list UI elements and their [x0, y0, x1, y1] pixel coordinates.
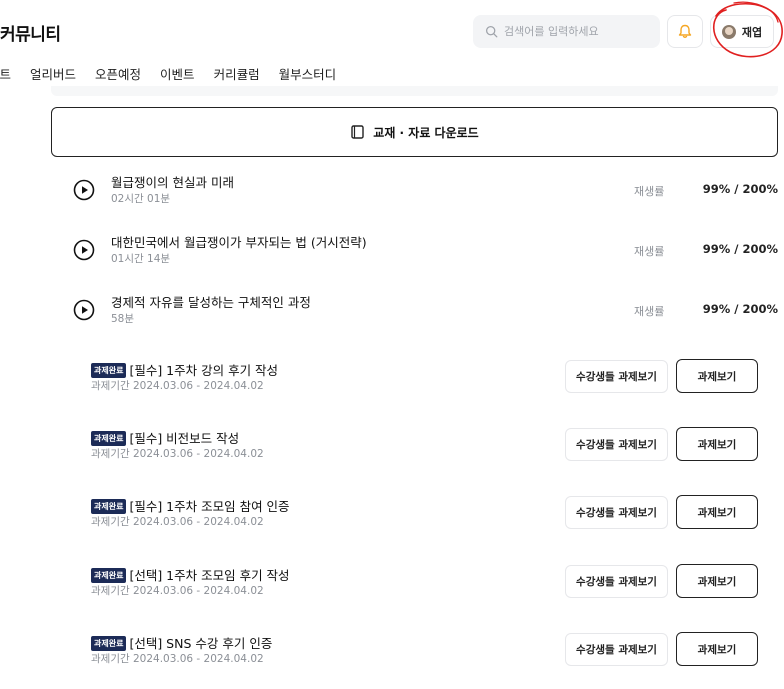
task-complete-badge: 과제완료: [91, 568, 127, 583]
task-title-row: 과제완료 [필수] 비전보드 작성: [91, 428, 239, 447]
task-complete-badge: 과제완료: [91, 363, 127, 378]
task-title: [필수] 비전보드 작성: [129, 431, 240, 446]
notification-button[interactable]: [667, 15, 703, 48]
task-period: 과제기간 2024.03.06 - 2024.04.02: [91, 516, 264, 528]
view-peer-tasks-button[interactable]: 수강생들 과제보기: [565, 633, 668, 666]
avatar: [721, 24, 736, 39]
tab-0[interactable]: 스트: [0, 64, 11, 86]
search-input[interactable]: [504, 25, 654, 38]
task-period: 과제기간 2024.03.06 - 2024.04.02: [91, 448, 264, 460]
play-rate-label: 재생률: [634, 185, 665, 198]
play-rate-value: 99% / 200%: [702, 242, 778, 256]
play-icon[interactable]: [73, 299, 95, 321]
play-rate-label: 재생률: [634, 245, 665, 258]
profile-name: 재엽: [741, 25, 763, 39]
top-nav: 스트 얼리버드 오픈예정 이벤트 커리큘럼 월부스터디: [0, 64, 355, 86]
view-peer-tasks-button[interactable]: 수강생들 과제보기: [565, 360, 668, 393]
view-task-button[interactable]: 과제보기: [676, 427, 758, 461]
task-title: [필수] 1주차 강의 후기 작성: [129, 363, 279, 378]
view-peer-tasks-button[interactable]: 수강생들 과제보기: [565, 496, 668, 529]
lecture-title[interactable]: 대한민국에서 월급쟁이가 부자되는 법 (거시전략): [111, 232, 367, 251]
task-title-row: 과제완료 [필수] 1주차 강의 후기 작성: [91, 360, 278, 379]
task-period: 과제기간 2024.03.06 - 2024.04.02: [91, 653, 264, 665]
lecture-item[interactable]: 경제적 자유를 달성하는 구체적인 과정 58분 재생률 99% / 200%: [73, 292, 778, 332]
download-label: 교재 · 자료 다운로드: [373, 125, 479, 140]
play-icon[interactable]: [73, 179, 95, 201]
tab-earlybird[interactable]: 얼리버드: [30, 64, 76, 86]
view-peer-tasks-button[interactable]: 수강생들 과제보기: [565, 428, 668, 461]
play-icon[interactable]: [73, 239, 95, 261]
view-task-button[interactable]: 과제보기: [676, 359, 758, 393]
tab-upcoming[interactable]: 오픈예정: [95, 64, 141, 86]
task-complete-badge: 과제완료: [91, 636, 127, 651]
task-title-row: 과제완료 [필수] 1주차 조모임 참여 인증: [91, 496, 290, 515]
download-materials-button[interactable]: 교재 · 자료 다운로드: [51, 107, 778, 157]
play-rate-label: 재생률: [634, 305, 665, 318]
task-title-row: 과제완료 [선택] SNS 수강 후기 인증: [91, 633, 272, 652]
task-item: 과제완료 [선택] 1주차 조모임 후기 작성 과제기간 2024.03.06 -…: [91, 564, 778, 605]
task-title-row: 과제완료 [선택] 1주차 조모임 후기 작성: [91, 565, 290, 584]
task-complete-badge: 과제완료: [91, 499, 127, 514]
brand-title[interactable]: 커뮤니티: [0, 20, 61, 45]
play-rate-value: 99% / 200%: [702, 182, 778, 196]
task-title: [선택] 1주차 조모임 후기 작성: [129, 568, 290, 583]
book-icon: [351, 125, 364, 139]
task-item: 과제완료 [선택] SNS 수강 후기 인증 과제기간 2024.03.06 - …: [91, 632, 778, 673]
task-period: 과제기간 2024.03.06 - 2024.04.02: [91, 380, 264, 392]
task-title: [선택] SNS 수강 후기 인증: [129, 636, 273, 651]
profile-button[interactable]: 재엽: [710, 15, 774, 48]
view-task-button[interactable]: 과제보기: [676, 564, 758, 598]
tab-event[interactable]: 이벤트: [160, 64, 195, 86]
search-icon: [485, 25, 498, 38]
lecture-item[interactable]: 월급쟁이의 현실과 미래 02시간 01분 재생률 99% / 200%: [73, 172, 778, 212]
tab-monthly-study[interactable]: 월부스터디: [279, 64, 337, 86]
view-task-button[interactable]: 과제보기: [676, 632, 758, 666]
search-box[interactable]: [473, 15, 660, 48]
task-item: 과제완료 [필수] 비전보드 작성 과제기간 2024.03.06 - 2024.…: [91, 427, 778, 468]
task-item: 과제완료 [필수] 1주차 조모임 참여 인증 과제기간 2024.03.06 -…: [91, 495, 778, 536]
lecture-title[interactable]: 월급쟁이의 현실과 미래: [111, 172, 234, 191]
lecture-item[interactable]: 대한민국에서 월급쟁이가 부자되는 법 (거시전략) 01시간 14분 재생률 …: [73, 232, 778, 272]
lecture-duration: 01시간 14분: [111, 253, 171, 265]
lecture-duration: 02시간 01분: [111, 193, 171, 205]
task-complete-badge: 과제완료: [91, 431, 127, 446]
view-peer-tasks-button[interactable]: 수강생들 과제보기: [565, 565, 668, 598]
task-period: 과제기간 2024.03.06 - 2024.04.02: [91, 585, 264, 597]
bell-icon: [678, 24, 692, 38]
play-rate-value: 99% / 200%: [702, 302, 778, 316]
task-item: 과제완료 [필수] 1주차 강의 후기 작성 과제기간 2024.03.06 - …: [91, 359, 778, 400]
lecture-duration: 58분: [111, 313, 135, 325]
task-title: [필수] 1주차 조모임 참여 인증: [129, 499, 290, 514]
section-divider: [51, 86, 778, 96]
tab-curriculum[interactable]: 커리큘럼: [214, 64, 260, 86]
view-task-button[interactable]: 과제보기: [676, 495, 758, 529]
header: 커뮤니티 재엽: [0, 0, 784, 62]
lecture-title[interactable]: 경제적 자유를 달성하는 구체적인 과정: [111, 292, 311, 311]
